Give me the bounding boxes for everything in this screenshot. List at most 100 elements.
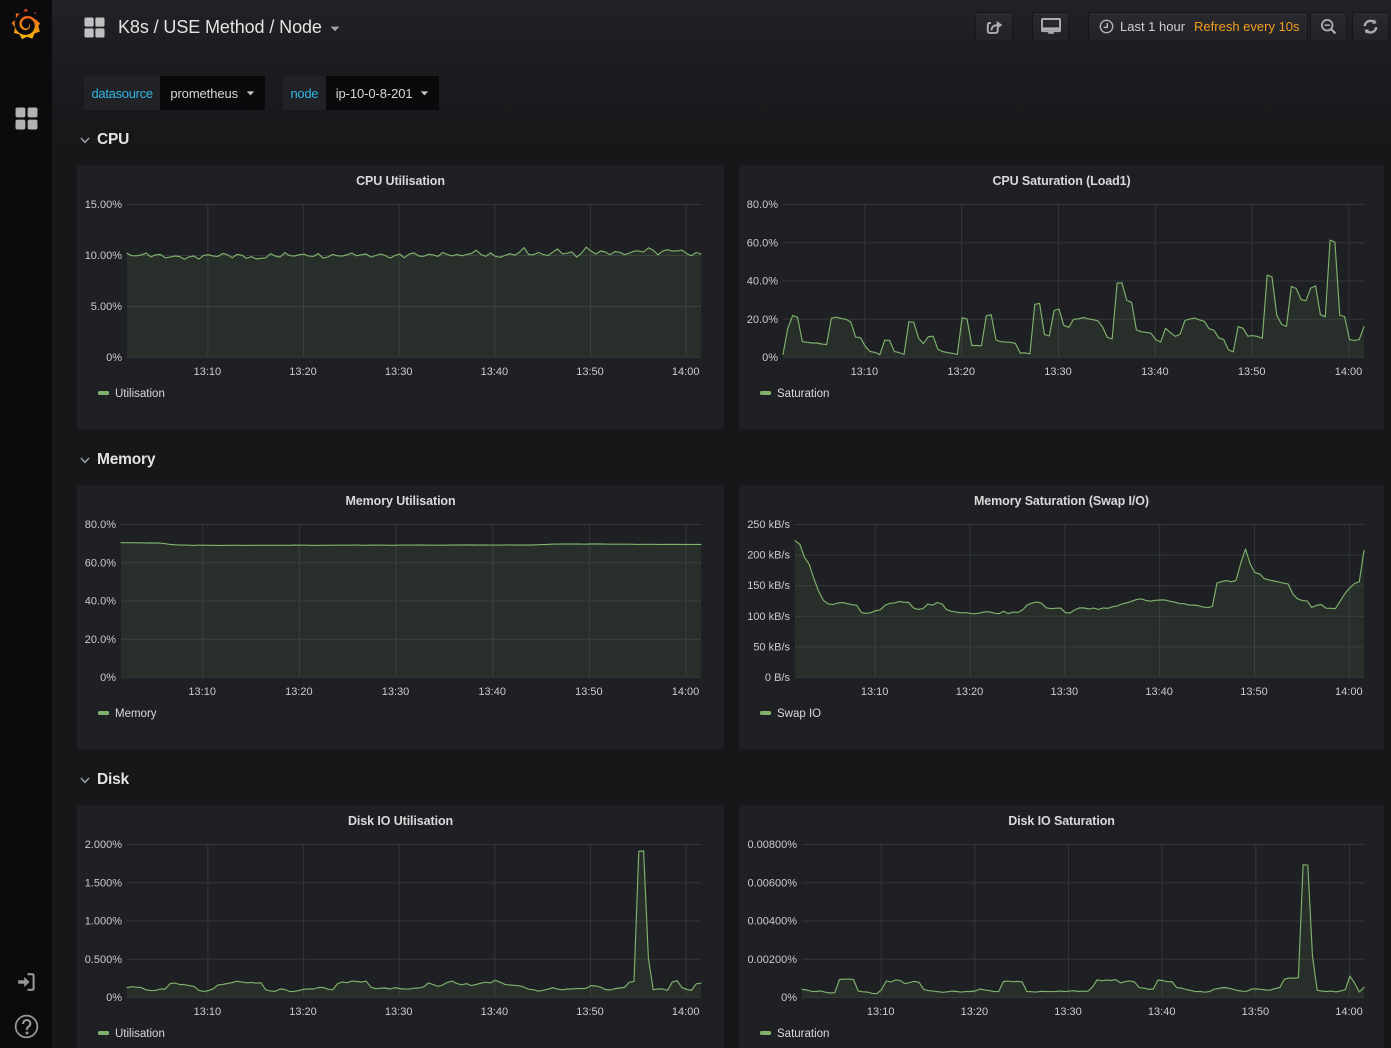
svg-text:2.000%: 2.000%: [85, 839, 123, 851]
legend-series-label: Utilisation: [115, 388, 165, 400]
time-range-label: Last 1 hour: [1120, 19, 1185, 34]
svg-text:0.00800%: 0.00800%: [747, 839, 797, 851]
svg-text:40.0%: 40.0%: [85, 596, 116, 608]
svg-text:5.00%: 5.00%: [91, 301, 122, 313]
svg-text:13:20: 13:20: [285, 686, 313, 698]
dashboards-grid-icon: [15, 107, 38, 130]
variable-value-text: prometheus: [170, 86, 238, 101]
svg-text:80.0%: 80.0%: [747, 199, 778, 211]
legend-series-swatch: [760, 1031, 771, 1035]
svg-text:40.0%: 40.0%: [747, 276, 778, 288]
refresh-dashboard-button[interactable]: [1352, 12, 1389, 41]
variable-label-node: node: [283, 76, 326, 110]
svg-text:200 kB/s: 200 kB/s: [747, 550, 790, 562]
svg-text:0.00400%: 0.00400%: [747, 916, 797, 928]
svg-text:13:40: 13:40: [481, 1006, 509, 1018]
section-header-cpu[interactable]: CPU: [80, 131, 129, 149]
legend-series-label: Saturation: [777, 1028, 829, 1040]
svg-text:0%: 0%: [762, 352, 778, 364]
svg-text:15.00%: 15.00%: [85, 199, 123, 211]
section-title: Memory: [97, 451, 155, 469]
variable-node: node ip-10-0-8-201: [283, 76, 439, 110]
chart-memory-utilisation[interactable]: 0%20.0%40.0%60.0%80.0%13:1013:2013:3013:…: [77, 485, 724, 751]
legend-item-utilisation[interactable]: Utilisation: [98, 386, 165, 400]
svg-text:13:30: 13:30: [1051, 686, 1079, 698]
svg-text:1.500%: 1.500%: [85, 877, 123, 889]
svg-text:13:10: 13:10: [867, 1006, 895, 1018]
chevron-down-icon: [80, 777, 90, 784]
svg-text:13:10: 13:10: [194, 366, 222, 378]
share-icon: [985, 18, 1004, 35]
chart-disk-io-utilisation[interactable]: 0%0.500%1.000%1.500%2.000%13:1013:2013:3…: [77, 805, 724, 1048]
legend-item-swap-io[interactable]: Swap IO: [760, 706, 821, 720]
sidebar-item-dashboards[interactable]: [0, 107, 52, 130]
svg-text:13:40: 13:40: [1148, 1006, 1176, 1018]
logo-spiral-center: [22, 22, 28, 28]
panel-disk-io-utilisation: Disk IO Utilisation0%0.500%1.000%1.500%2…: [76, 804, 725, 1048]
dashboard-picker[interactable]: K8s / USE Method / Node: [84, 12, 340, 42]
clock-icon: [1099, 19, 1114, 34]
svg-text:60.0%: 60.0%: [85, 557, 116, 569]
svg-text:20.0%: 20.0%: [747, 314, 778, 326]
svg-text:13:50: 13:50: [1240, 686, 1268, 698]
zoom-out-button[interactable]: [1310, 12, 1347, 41]
sidebar: [0, 0, 52, 1048]
grafana-logo[interactable]: [0, 8, 52, 41]
svg-text:13:50: 13:50: [1242, 1006, 1270, 1018]
svg-text:0%: 0%: [106, 992, 122, 1004]
legend-item-memory[interactable]: Memory: [98, 706, 157, 720]
chart-memory-saturation-swap-i-o[interactable]: 0 B/s50 kB/s100 kB/s150 kB/s200 kB/s250 …: [739, 485, 1384, 751]
svg-text:13:10: 13:10: [851, 366, 879, 378]
panel-memory-saturation-swap-i-o: Memory Saturation (Swap I/O)0 B/s50 kB/s…: [738, 484, 1385, 750]
legend-series-swatch: [98, 711, 109, 715]
legend-series-swatch: [98, 391, 109, 395]
grafana-logo-icon: [10, 8, 43, 41]
sidebar-item-signin[interactable]: [0, 972, 52, 992]
svg-text:0.500%: 0.500%: [85, 954, 123, 966]
section-header-memory[interactable]: Memory: [80, 451, 155, 469]
variable-datasource: datasourceprometheus: [84, 76, 265, 110]
svg-text:0.00200%: 0.00200%: [747, 954, 797, 966]
svg-text:10.00%: 10.00%: [85, 250, 123, 262]
svg-text:50 kB/s: 50 kB/s: [753, 641, 790, 653]
svg-text:14:00: 14:00: [1335, 366, 1363, 378]
share-dashboard-button[interactable]: [975, 12, 1013, 41]
svg-text:0%: 0%: [100, 672, 116, 684]
chevron-down-icon: [80, 137, 90, 144]
svg-text:14:00: 14:00: [672, 1006, 700, 1018]
apps-grid-icon: [84, 17, 105, 38]
svg-text:60.0%: 60.0%: [747, 237, 778, 249]
svg-text:250 kB/s: 250 kB/s: [747, 519, 790, 531]
svg-text:13:30: 13:30: [382, 686, 410, 698]
legend-series-swatch: [98, 1031, 109, 1035]
chart-cpu-saturation-load1[interactable]: 0%20.0%40.0%60.0%80.0%13:1013:2013:3013:…: [739, 165, 1384, 431]
chart-cpu-utilisation[interactable]: 0%5.00%10.00%15.00%13:1013:2013:3013:401…: [77, 165, 724, 431]
time-range-picker[interactable]: Last 1 hour Refresh every 10s: [1088, 12, 1308, 41]
svg-text:13:30: 13:30: [385, 1006, 413, 1018]
svg-text:150 kB/s: 150 kB/s: [747, 580, 790, 592]
svg-text:13:50: 13:50: [1238, 366, 1266, 378]
svg-text:14:00: 14:00: [1335, 686, 1363, 698]
legend-item-saturation[interactable]: Saturation: [760, 1026, 829, 1040]
section-header-disk[interactable]: Disk: [80, 771, 129, 789]
cycle-view-mode-button[interactable]: [1032, 12, 1069, 41]
svg-text:13:40: 13:40: [1145, 686, 1173, 698]
svg-text:14:00: 14:00: [1335, 1006, 1363, 1018]
refresh-interval-label: Refresh every 10s: [1194, 19, 1300, 34]
submenu-variables: datasourceprometheus node ip-10-0-8-201: [84, 76, 439, 110]
sidebar-item-help[interactable]: [0, 1014, 52, 1039]
chart-disk-io-saturation[interactable]: 0%0.00200%0.00400%0.00600%0.00800%13:101…: [739, 805, 1384, 1048]
caret-down-icon: [246, 91, 255, 96]
variable-value-datasource[interactable]: prometheus: [160, 76, 265, 110]
legend-item-utilisation[interactable]: Utilisation: [98, 1026, 165, 1040]
legend-series-swatch: [760, 391, 771, 395]
panel-disk-io-saturation: Disk IO Saturation0%0.00200%0.00400%0.00…: [738, 804, 1385, 1048]
legend-item-saturation[interactable]: Saturation: [760, 386, 829, 400]
svg-text:13:20: 13:20: [956, 686, 984, 698]
svg-text:0%: 0%: [781, 992, 797, 1004]
section-title: CPU: [97, 131, 129, 149]
variable-value-node[interactable]: ip-10-0-8-201: [326, 76, 440, 110]
variable-value-text: ip-10-0-8-201: [336, 86, 413, 101]
tv-icon: [1041, 18, 1061, 35]
svg-text:13:50: 13:50: [576, 366, 604, 378]
